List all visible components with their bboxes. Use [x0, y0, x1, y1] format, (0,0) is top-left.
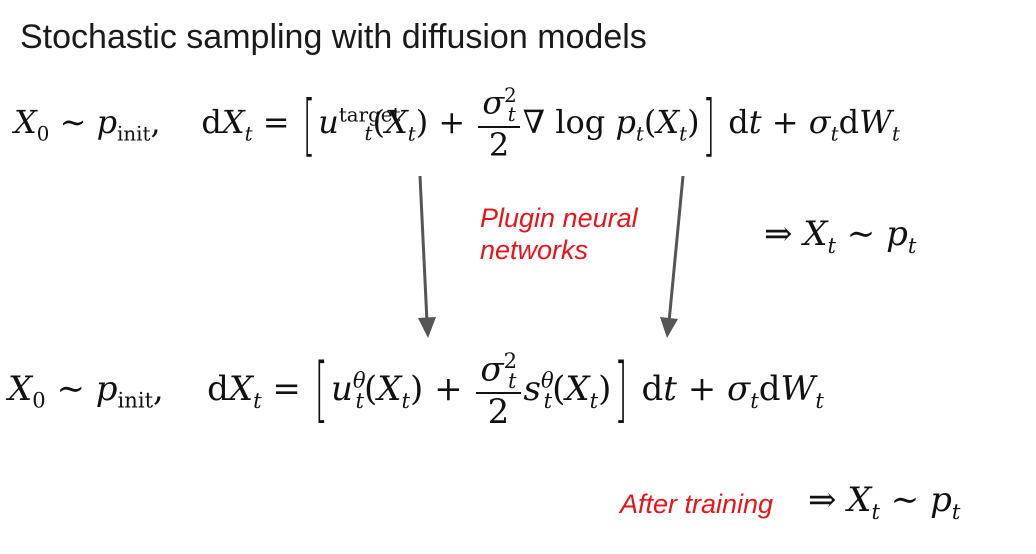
equation-learned-sde: X0 ∼ pinit, dXt = [uθt(Xt) + σ2t 2 sθt(Xt)… [8, 348, 824, 433]
arrow-right [667, 175, 685, 323]
after-training-label: After training [620, 489, 774, 519]
result-marginal-2: ⇒ Xt ∼ pt [808, 480, 961, 524]
arrows [418, 175, 685, 338]
arrow-left [418, 175, 429, 323]
arrow-left-head [418, 317, 436, 338]
arrow-right-head [660, 317, 678, 338]
